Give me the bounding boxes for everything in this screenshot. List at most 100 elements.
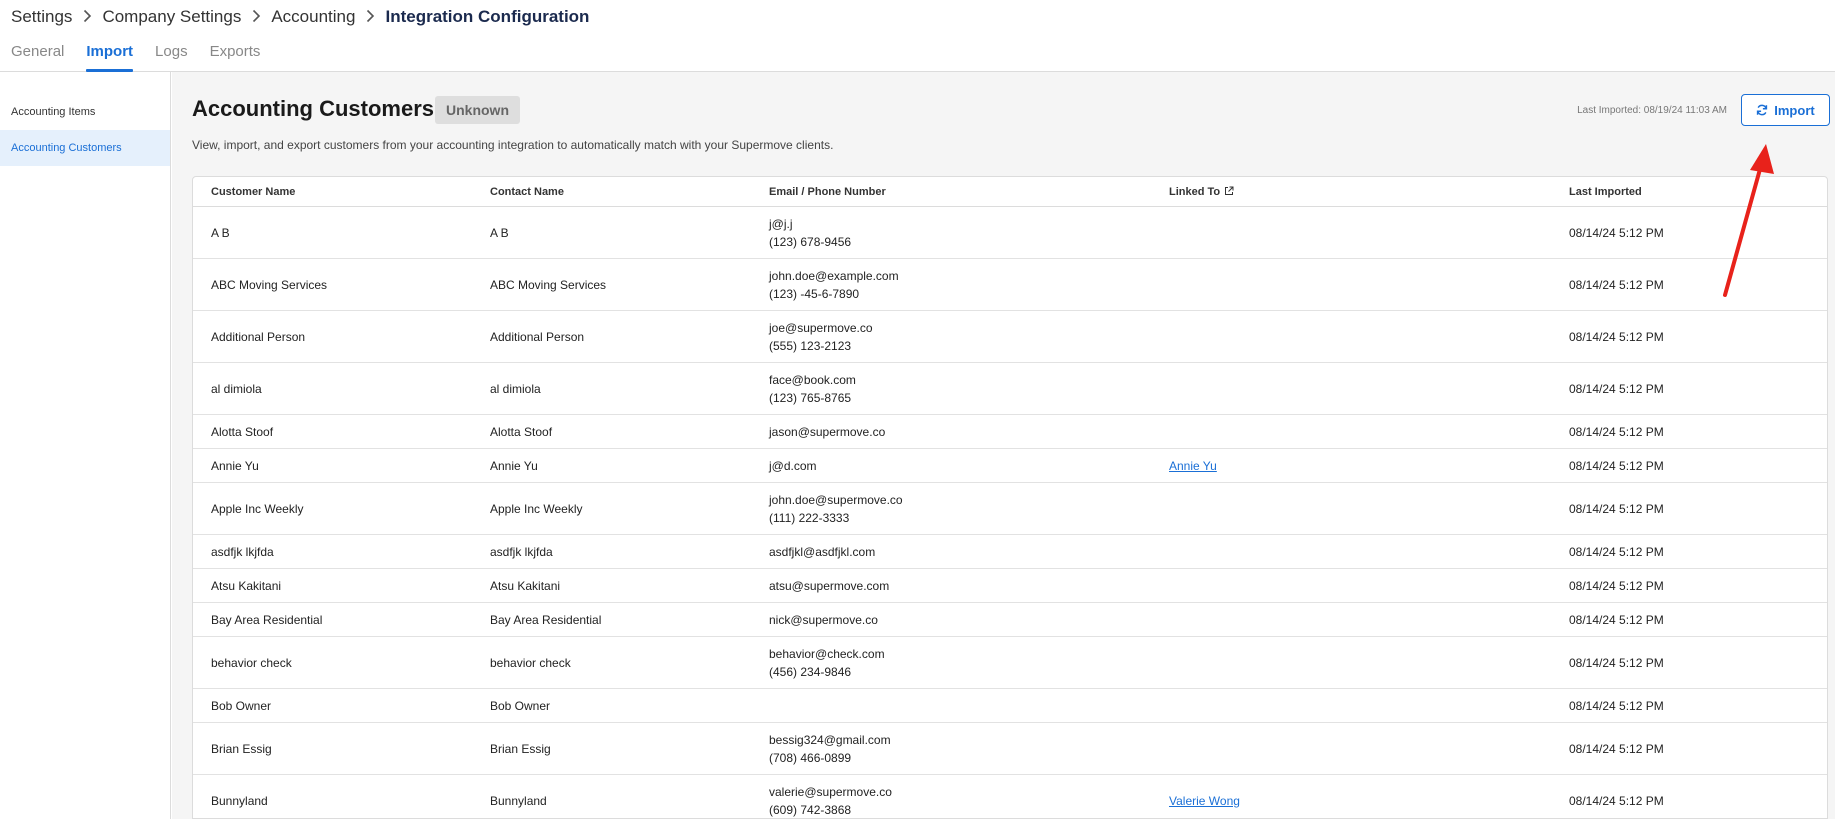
cell-contact-name: asdfjk lkjfda xyxy=(490,544,553,559)
sidebar: Accounting Items Accounting Customers xyxy=(0,72,171,819)
table-row: A B A B j@j.j (123) 678-9456 08/14/24 5:12 P… xyxy=(193,207,1827,259)
chevron-right-icon xyxy=(72,7,102,27)
cell-last-imported: 08/14/24 5:12 PM xyxy=(1569,458,1664,473)
cell-customer-name: Annie Yu xyxy=(211,458,259,473)
status-badge: Unknown xyxy=(435,96,520,124)
cell-email-phone: asdfjkl@asdfjkl.com xyxy=(769,535,875,568)
cell-phone: (708) 466-0899 xyxy=(769,750,852,765)
import-button[interactable]: Import xyxy=(1741,94,1830,126)
tab-general[interactable]: General xyxy=(11,42,64,72)
table-row: asdfjk lkjfda asdfjk lkjfda asdfjkl@asdfjk… xyxy=(193,535,1827,569)
cell-email-phone: j@j.j (123) 678-9456 xyxy=(769,207,851,258)
table-row: Annie Yu Annie Yu j@d.com Annie Yu 08/14/24 … xyxy=(193,449,1827,483)
cell-email: behavior@check.com xyxy=(769,646,885,661)
cell-customer-name: al dimiola xyxy=(211,381,262,396)
table-row: Brian Essig Brian Essig bessig324@gmail.co… xyxy=(193,723,1827,775)
cell-last-imported: 08/14/24 5:12 PM xyxy=(1569,381,1664,396)
cell-email: atsu@supermove.com xyxy=(769,578,890,593)
tab-exports[interactable]: Exports xyxy=(210,42,261,72)
cell-email-phone: behavior@check.com (456) 234-9846 xyxy=(769,637,885,688)
table-header: Customer Name Contact Name Email / Phone… xyxy=(193,177,1827,207)
cell-email-phone: john.doe@supermove.co (111) 222-3333 xyxy=(769,483,903,534)
breadcrumb: Settings Company Settings Accounting Int… xyxy=(11,7,589,27)
cell-email: j@j.j xyxy=(769,216,793,231)
tab-logs[interactable]: Logs xyxy=(155,42,188,72)
header-linked-to[interactable]: Linked To xyxy=(1169,186,1234,198)
cell-email: joe@supermove.co xyxy=(769,320,873,335)
table-row: ABC Moving Services ABC Moving Services jo… xyxy=(193,259,1827,311)
cell-last-imported: 08/14/24 5:12 PM xyxy=(1569,329,1664,344)
cell-contact-name: Bay Area Residential xyxy=(490,612,602,627)
table-row: Atsu Kakitani Atsu Kakitani atsu@supermove… xyxy=(193,569,1827,603)
cell-last-imported: 08/14/24 5:12 PM xyxy=(1569,612,1664,627)
cell-contact-name: Brian Essig xyxy=(490,741,551,756)
import-button-label: Import xyxy=(1774,102,1815,118)
cell-email: john.doe@supermove.co xyxy=(769,492,903,507)
cell-phone: (555) 123-2123 xyxy=(769,338,852,353)
cell-contact-name: behavior check xyxy=(490,655,571,670)
breadcrumb-current: Integration Configuration xyxy=(385,7,590,26)
table-row: Apple Inc Weekly Apple Inc Weekly john.doe… xyxy=(193,483,1827,535)
table-row: al dimiola al dimiola face@book.com (123) 7… xyxy=(193,363,1827,415)
breadcrumb-company-settings[interactable]: Company Settings xyxy=(102,7,241,27)
tab-import[interactable]: Import xyxy=(86,42,133,72)
cell-email-phone: bessig324@gmail.com (708) 466-0899 xyxy=(769,723,891,774)
linked-client-link[interactable]: Valerie Wong xyxy=(1169,792,1240,810)
cell-contact-name: Atsu Kakitani xyxy=(490,578,561,593)
cell-last-imported: 08/14/24 5:12 PM xyxy=(1569,793,1664,808)
cell-last-imported: 08/14/24 5:12 PM xyxy=(1569,501,1664,516)
cell-email-phone: atsu@supermove.com xyxy=(769,569,889,602)
cell-customer-name: Bunnyland xyxy=(211,793,268,808)
cell-last-imported: 08/14/24 5:12 PM xyxy=(1569,741,1664,756)
cell-email-phone: joe@supermove.co (555) 123-2123 xyxy=(769,311,873,362)
cell-contact-name: Bunnyland xyxy=(490,793,547,808)
linked-client-link[interactable]: Annie Yu xyxy=(1169,457,1217,475)
sidebar-item-accounting-items[interactable]: Accounting Items xyxy=(0,94,170,130)
cell-email: bessig324@gmail.com xyxy=(769,732,891,747)
cell-contact-name: ABC Moving Services xyxy=(490,277,607,292)
breadcrumb-accounting[interactable]: Accounting xyxy=(271,7,355,27)
table-row: Bunnyland Bunnyland valerie@supermove.co (6… xyxy=(193,775,1827,818)
cell-last-imported: 08/14/24 5:12 PM xyxy=(1569,698,1664,713)
cell-last-imported: 08/14/24 5:12 PM xyxy=(1569,544,1664,559)
cell-email-phone: nick@supermove.co xyxy=(769,603,878,636)
cell-last-imported: 08/14/24 5:12 PM xyxy=(1569,277,1664,292)
external-link-icon xyxy=(1225,186,1234,195)
cell-phone: (123) -45-6-7890 xyxy=(769,286,860,301)
cell-email: jason@supermove.co xyxy=(769,424,886,439)
cell-customer-name: Bay Area Residential xyxy=(211,612,323,627)
header-customer-name[interactable]: Customer Name xyxy=(211,186,295,198)
sidebar-item-accounting-customers[interactable]: Accounting Customers xyxy=(0,130,170,166)
cell-email-phone: john.doe@example.com (123) -45-6-7890 xyxy=(769,259,899,310)
cell-phone: (111) 222-3333 xyxy=(769,510,850,525)
cell-email: j@d.com xyxy=(769,458,817,473)
cell-last-imported: 08/14/24 5:12 PM xyxy=(1569,578,1664,593)
cell-customer-name: behavior check xyxy=(211,655,292,670)
page-header: Settings Company Settings Accounting Int… xyxy=(0,0,1835,72)
cell-email: john.doe@example.com xyxy=(769,268,899,283)
header-email-phone[interactable]: Email / Phone Number xyxy=(769,186,886,198)
page-description: View, import, and export customers from … xyxy=(192,138,834,152)
cell-phone: (123) 678-9456 xyxy=(769,234,852,249)
cell-customer-name: Brian Essig xyxy=(211,741,272,756)
main-content: Accounting Customers Unknown View, impor… xyxy=(172,72,1835,819)
header-last-imported[interactable]: Last Imported xyxy=(1569,186,1642,198)
table-row: behavior check behavior check behavior@che… xyxy=(193,637,1827,689)
cell-linked-to: Annie Yu xyxy=(1169,449,1217,482)
cell-last-imported: 08/14/24 5:12 PM xyxy=(1569,225,1664,240)
cell-contact-name: Annie Yu xyxy=(490,458,538,473)
refresh-icon xyxy=(1757,104,1768,116)
cell-customer-name: ABC Moving Services xyxy=(211,277,328,292)
cell-email: nick@supermove.co xyxy=(769,612,878,627)
header-contact-name[interactable]: Contact Name xyxy=(490,186,564,198)
chevron-right-icon xyxy=(355,7,385,27)
cell-email: asdfjkl@asdfjkl.com xyxy=(769,544,876,559)
cell-email-phone: jason@supermove.co xyxy=(769,415,885,448)
breadcrumb-settings[interactable]: Settings xyxy=(11,7,72,27)
customers-table: Customer Name Contact Name Email / Phone… xyxy=(192,176,1828,819)
cell-email: face@book.com xyxy=(769,372,856,387)
cell-customer-name: asdfjk lkjfda xyxy=(211,544,274,559)
cell-customer-name: Bob Owner xyxy=(211,698,272,713)
cell-phone: (609) 742-3868 xyxy=(769,802,852,817)
cell-customer-name: Atsu Kakitani xyxy=(211,578,282,593)
